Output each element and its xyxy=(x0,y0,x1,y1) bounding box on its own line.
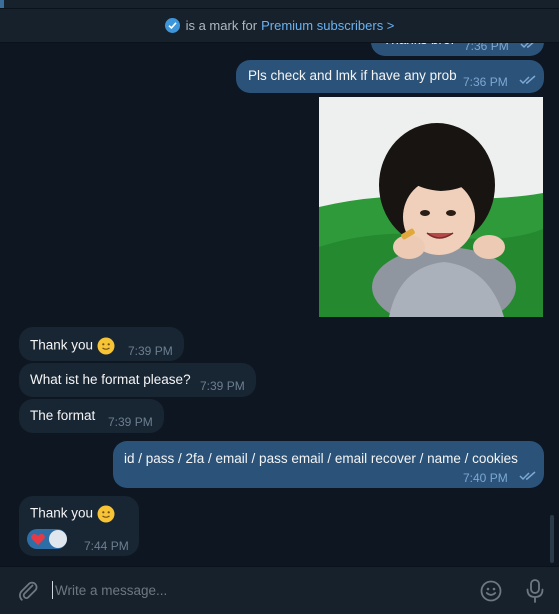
message-time: 7:39 PM xyxy=(128,344,173,358)
reactor-avatar xyxy=(49,530,67,548)
message-incoming[interactable]: The format 7:39 PM xyxy=(19,399,164,433)
premium-banner[interactable]: is a mark for Premium subscribers > xyxy=(0,9,559,43)
slightly-smiling-face-icon xyxy=(97,337,115,355)
reaction-chip[interactable] xyxy=(27,529,67,549)
message-outgoing[interactable]: Pls check and lmk if have any prob 7:36 … xyxy=(236,60,544,93)
premium-subscribers-link[interactable]: Premium subscribers > xyxy=(261,18,394,33)
read-checkmarks-icon xyxy=(519,471,536,481)
message-composer: Write a message... xyxy=(0,566,559,614)
message-time: 7:44 PM xyxy=(84,539,129,553)
message-outgoing[interactable]: id / pass / 2fa / email / pass email / e… xyxy=(113,441,544,488)
message-reactions xyxy=(27,528,67,550)
message-time: 7:36 PM xyxy=(463,75,508,89)
message-text: id / pass / 2fa / email / pass email / e… xyxy=(124,451,518,466)
banner-text: is a mark for xyxy=(185,18,258,33)
photo-message[interactable] xyxy=(319,97,543,317)
emoji-icon[interactable] xyxy=(479,579,503,603)
message-text: Thank you xyxy=(30,337,115,355)
message-incoming[interactable]: Thank you 7:39 PM xyxy=(19,327,184,361)
message-time: 7:39 PM xyxy=(200,379,245,393)
photo-image xyxy=(319,97,543,317)
message-time: 7:40 PM xyxy=(463,471,508,485)
read-checkmarks-icon xyxy=(519,75,536,85)
premium-badge-icon xyxy=(164,18,180,33)
message-time: 7:39 PM xyxy=(108,415,153,429)
message-text: Pls check and lmk if have any prob xyxy=(248,68,457,83)
microphone-icon[interactable] xyxy=(523,578,547,604)
paperclip-icon[interactable] xyxy=(16,579,40,603)
message-text: The format xyxy=(30,408,96,423)
message-incoming[interactable]: Thank you 7:44 PM xyxy=(19,496,139,556)
scrollbar[interactable] xyxy=(550,515,554,563)
message-input-placeholder: Write a message... xyxy=(55,582,168,598)
message-list[interactable]: Thanks bro! 7:36 PM Pls check and lmk if… xyxy=(0,0,559,566)
red-heart-icon xyxy=(31,533,45,545)
message-input[interactable]: Write a message... xyxy=(52,575,452,605)
message-text: Thank you xyxy=(30,505,115,523)
slightly-smiling-face-icon xyxy=(97,505,115,523)
message-incoming[interactable]: What ist he format please? 7:39 PM xyxy=(19,363,256,397)
message-text: What ist he format please? xyxy=(30,372,191,387)
text-cursor xyxy=(52,581,53,599)
